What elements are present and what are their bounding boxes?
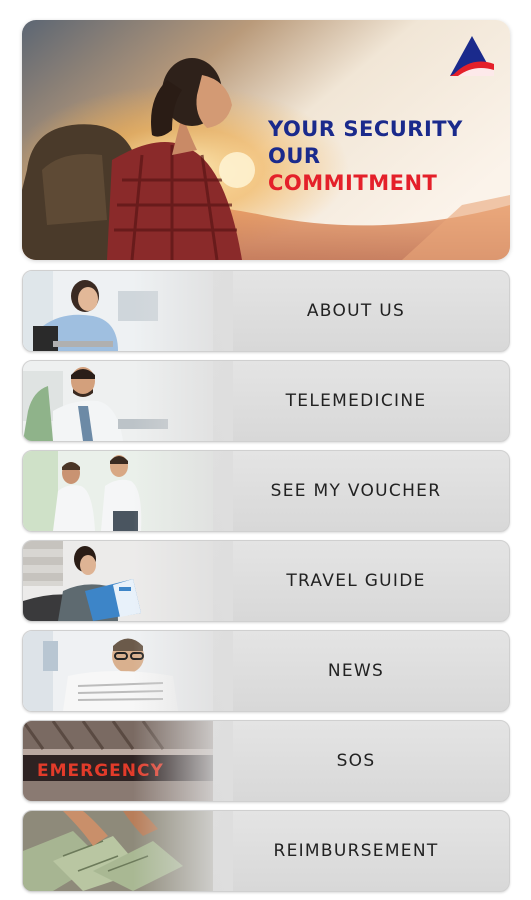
hero-banner: YOUR SECURITY OUR COMMITMENT xyxy=(22,20,510,260)
hero-slogan-line1: YOUR SECURITY xyxy=(268,117,463,141)
menu-item-news[interactable]: NEWS xyxy=(22,630,510,712)
menu-item-label: NEWS xyxy=(327,661,385,681)
menu-item-label: SOS xyxy=(336,751,376,771)
menu-item-see-my-voucher[interactable]: SEE MY VOUCHER xyxy=(22,450,510,532)
menu-item-label: REIMBURSEMENT xyxy=(273,841,439,861)
menu-item-reimbursement[interactable]: REIMBURSEMENT xyxy=(22,810,510,892)
menu-item-label: TRAVEL GUIDE xyxy=(286,571,426,591)
main-menu: ABOUT US TELEMEDICINE SEE MY VOUCHER TRA… xyxy=(22,270,510,900)
menu-item-label: TELEMEDICINE xyxy=(285,391,427,411)
brand-logo-icon xyxy=(448,34,496,78)
menu-item-travel-guide[interactable]: TRAVEL GUIDE xyxy=(22,540,510,622)
menu-item-telemedicine[interactable]: TELEMEDICINE xyxy=(22,360,510,442)
menu-item-label: SEE MY VOUCHER xyxy=(270,481,442,501)
hero-slogan-line2: OUR xyxy=(268,144,321,168)
hero-slogan-line3: COMMITMENT xyxy=(268,171,438,195)
hero-slogan: YOUR SECURITY OUR COMMITMENT xyxy=(268,116,463,197)
menu-item-sos[interactable]: EMERGENCY SOS xyxy=(22,720,510,802)
menu-item-about-us[interactable]: ABOUT US xyxy=(22,270,510,352)
menu-item-label: ABOUT US xyxy=(306,301,406,321)
app-screen: YOUR SECURITY OUR COMMITMENT ABOUT US TE… xyxy=(0,0,531,900)
